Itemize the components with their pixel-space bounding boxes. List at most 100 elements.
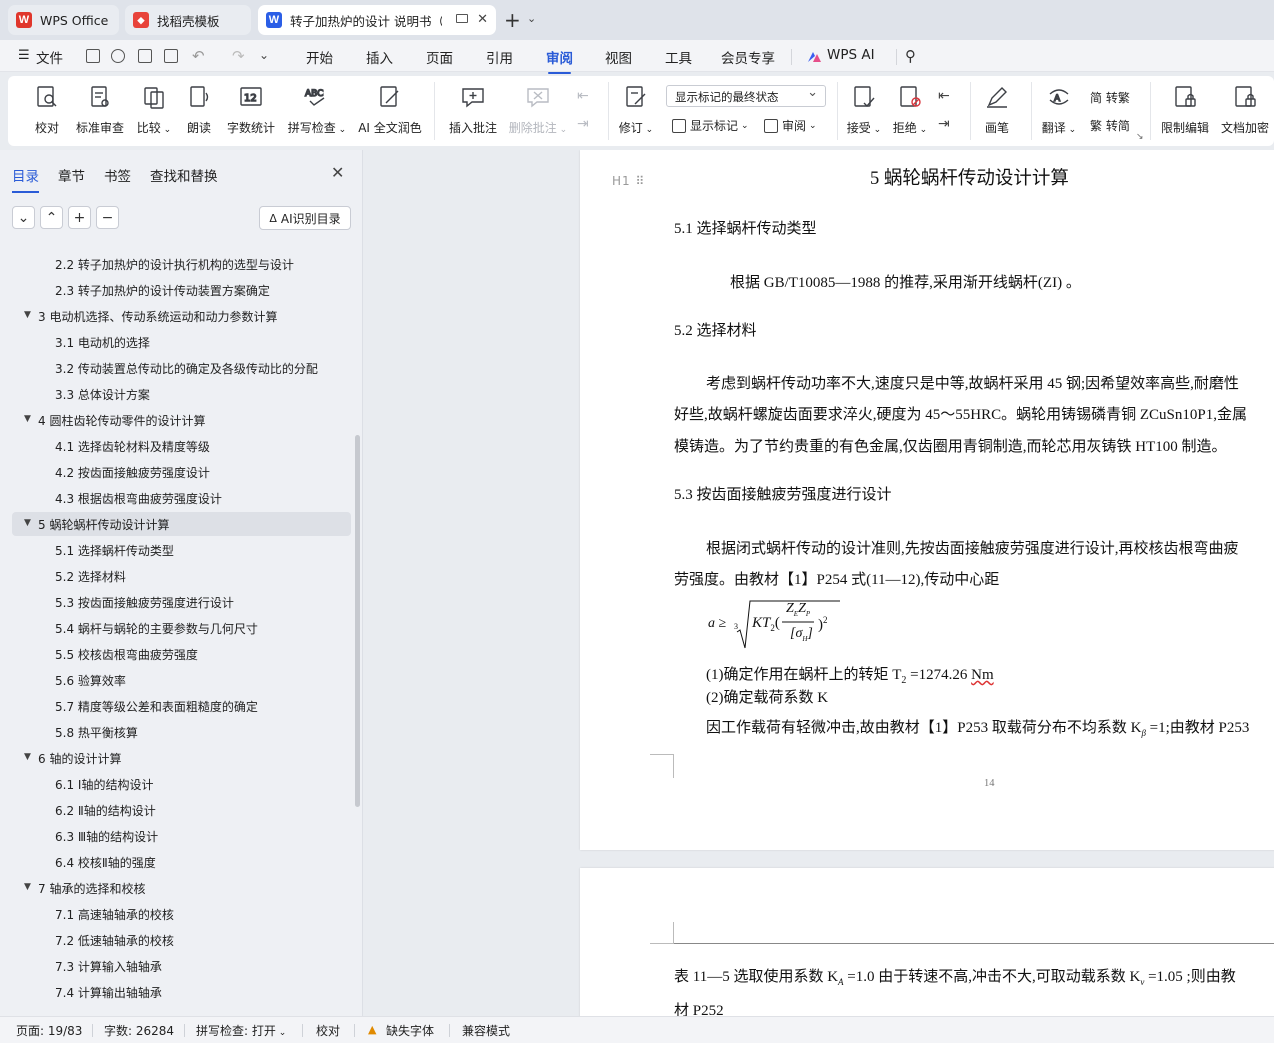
toc-item[interactable]: 6.2 Ⅱ轴的结构设计	[12, 798, 351, 822]
insert-comment-button[interactable]: 插入批注	[448, 76, 498, 142]
document-page[interactable]: 表 11—5 选取使用系数 KA =1.0 由于转速不高,冲击不大,可取动载系数…	[580, 868, 1274, 1016]
toc-item[interactable]: 7.4 计算输出轴轴承	[12, 980, 351, 1004]
menu-file[interactable]: 文件	[36, 47, 63, 67]
quick-access-chevron-icon[interactable]: ⌄	[259, 48, 269, 62]
missing-font-status[interactable]: 缺失字体	[386, 1022, 434, 1039]
expand-up-button[interactable]: ⌃	[40, 206, 63, 229]
toc-item[interactable]: 3.1 电动机的选择	[12, 330, 351, 354]
toc-item[interactable]: 4.3 根据齿根弯曲疲劳强度设计	[12, 486, 351, 510]
markup-display-dropdown[interactable]: 显示标记的最终状态	[666, 85, 826, 107]
word-count-button[interactable]: 12 字数统计	[226, 76, 276, 142]
undo-icon[interactable]: ↶	[192, 47, 205, 65]
show-markup-button[interactable]: 显示标记 ⌄	[672, 117, 749, 134]
toc-item[interactable]: 5.4 蜗杆与蜗轮的主要参数与几何尺寸	[12, 616, 351, 640]
translate-button[interactable]: A 翻译 ⌄	[1040, 76, 1078, 142]
menu-tools[interactable]: 工具	[665, 47, 692, 67]
toc-item[interactable]: 6.4 校核Ⅱ轴的强度	[12, 850, 351, 874]
tab-document[interactable]: W 转子加热炉的设计 说明书（论 ✕	[258, 5, 496, 35]
tab-find-replace[interactable]: 查找和替换	[150, 165, 218, 185]
ai-polish-button[interactable]: AI 全文润色	[358, 76, 422, 142]
toc-item[interactable]: ▼ 4 圆柱齿轮传动零件的设计计算	[12, 408, 351, 432]
menu-reference[interactable]: 引用	[486, 47, 513, 67]
tab-bookmarks[interactable]: 书签	[104, 165, 131, 185]
ai-identify-toc-button[interactable]: ⵠ AI识别目录	[259, 206, 351, 230]
brush-button[interactable]: 画笔	[982, 76, 1012, 142]
menu-member[interactable]: 会员专享	[721, 47, 775, 67]
menu-review[interactable]: 审阅	[546, 47, 573, 74]
toc-item[interactable]: 6.1 Ⅰ轴的结构设计	[12, 772, 351, 796]
toc-item[interactable]: 6.3 Ⅲ轴的结构设计	[12, 824, 351, 848]
toc-item[interactable]: 3.3 总体设计方案	[12, 382, 351, 406]
print-icon[interactable]	[138, 49, 152, 63]
document-page[interactable]: H1 ⠿ 5 蜗轮蜗杆传动设计计算 5.1 选择蜗杆传动类型 根据 GB/T10…	[580, 150, 1274, 850]
toc-item[interactable]: 4.2 按齿面接触疲劳强度设计	[12, 460, 351, 484]
expand-arrow-icon[interactable]: ▼	[24, 518, 31, 528]
next-revision-icon[interactable]: ⇥	[938, 116, 950, 132]
proofread-status[interactable]: 校对	[316, 1022, 340, 1039]
heading-style-marker[interactable]: H1 ⠿	[612, 174, 645, 188]
menu-page[interactable]: 页面	[426, 47, 453, 67]
read-aloud-button[interactable]: 朗读	[184, 76, 214, 142]
compare-button[interactable]: 比较 ⌄	[134, 76, 174, 142]
toc-item[interactable]: 5.5 校核齿根弯曲疲劳强度	[12, 642, 351, 666]
tab-wps-office[interactable]: W WPS Office	[8, 5, 119, 35]
panel-scrollbar[interactable]	[355, 435, 360, 807]
print-preview-icon[interactable]	[164, 49, 178, 63]
menu-start[interactable]: 开始	[306, 47, 333, 67]
remove-heading-button[interactable]: −	[96, 206, 119, 229]
toc-item[interactable]: 5.2 选择材料	[12, 564, 351, 588]
page-indicator[interactable]: 页面: 19/83	[16, 1022, 82, 1039]
toc-item[interactable]: 3.2 传动装置总传动比的确定及各级传动比的分配	[12, 356, 351, 380]
toc-item[interactable]: 5.8 热平衡核算	[12, 720, 351, 744]
menu-insert[interactable]: 插入	[366, 47, 393, 67]
reject-button[interactable]: 拒绝 ⌄	[892, 76, 928, 142]
toc-item[interactable]: 7.2 低速轴轴承的校核	[12, 928, 351, 952]
expand-arrow-icon[interactable]: ▼	[24, 310, 31, 320]
tab-template[interactable]: ◆ 找稻壳模板	[125, 5, 251, 35]
toc-item[interactable]: 5.6 验算效率	[12, 668, 351, 692]
toc-item[interactable]: 2.3 转子加热炉的设计传动装置方案确定	[12, 278, 351, 302]
toc-item[interactable]: ▼ 5 蜗轮蜗杆传动设计计算	[12, 512, 351, 536]
proofread-button[interactable]: 校对	[30, 76, 64, 142]
toc-item[interactable]: ▼ 6 轴的设计计算	[12, 746, 351, 770]
search-icon[interactable]: ⚲	[905, 47, 916, 65]
restrict-edit-button[interactable]: 限制编辑	[1160, 76, 1210, 142]
menu-wps-ai[interactable]: WPS AI	[827, 47, 875, 63]
toc-item[interactable]: 4.1 选择齿轮材料及精度等级	[12, 434, 351, 458]
spell-check-button[interactable]: ABC 拼写检查 ⌄	[286, 76, 348, 142]
tab-toc[interactable]: 目录	[12, 165, 39, 193]
toc-item[interactable]: 7.3 计算输入轴轴承	[12, 954, 351, 978]
word-count-indicator[interactable]: 字数: 26284	[104, 1022, 174, 1039]
revise-button[interactable]: 修订 ⌄	[618, 76, 654, 142]
next-comment-icon[interactable]: ⇥	[577, 116, 589, 132]
document-canvas[interactable]: H1 ⠿ 5 蜗轮蜗杆传动设计计算 5.1 选择蜗杆传动类型 根据 GB/T10…	[364, 150, 1274, 1016]
accept-button[interactable]: 接受 ⌄	[846, 76, 882, 142]
toc-item[interactable]: 5.3 按齿面接触疲劳强度进行设计	[12, 590, 351, 614]
toc-item[interactable]: ▼ 7 轴承的选择和校核	[12, 876, 351, 900]
prev-comment-icon[interactable]: ⇤	[577, 88, 589, 104]
toc-item[interactable]: 2.2 转子加热炉的设计执行机构的选型与设计	[12, 252, 351, 276]
redo-icon[interactable]: ↷	[232, 47, 245, 65]
add-heading-button[interactable]: +	[68, 206, 91, 229]
doc-encrypt-button[interactable]: 文档加密	[1220, 76, 1270, 142]
toc-item[interactable]: 5.7 精度等级公差和表面粗糙度的确定	[12, 694, 351, 718]
toc-item[interactable]: 5.1 选择蜗杆传动类型	[12, 538, 351, 562]
spell-check-toggle[interactable]: 拼写检查: 打开 ⌄	[196, 1022, 286, 1039]
save-icon[interactable]	[86, 49, 100, 63]
collapse-all-button[interactable]: ⌄	[12, 206, 35, 229]
toc-item[interactable]: 7.1 高速轴轴承的校核	[12, 902, 351, 926]
menu-view[interactable]: 视图	[605, 47, 632, 67]
hamburger-icon[interactable]: ☰	[18, 48, 30, 63]
expand-arrow-icon[interactable]: ▼	[24, 882, 31, 892]
close-panel-icon[interactable]: ✕	[331, 163, 344, 182]
tab-list-chevron-icon[interactable]: ⌄	[527, 12, 536, 25]
prev-revision-icon[interactable]: ⇤	[938, 88, 950, 104]
standard-review-button[interactable]: 标准审查	[74, 76, 126, 142]
to-traditional-button[interactable]: 简 转繁	[1090, 89, 1130, 106]
monitor-icon[interactable]	[456, 14, 468, 23]
expand-arrow-icon[interactable]: ▼	[24, 414, 31, 424]
expand-arrow-icon[interactable]: ▼	[24, 752, 31, 762]
share-icon[interactable]	[111, 49, 125, 63]
to-simplified-button[interactable]: 繁 转简	[1090, 117, 1130, 134]
tab-chapters[interactable]: 章节	[58, 165, 85, 185]
